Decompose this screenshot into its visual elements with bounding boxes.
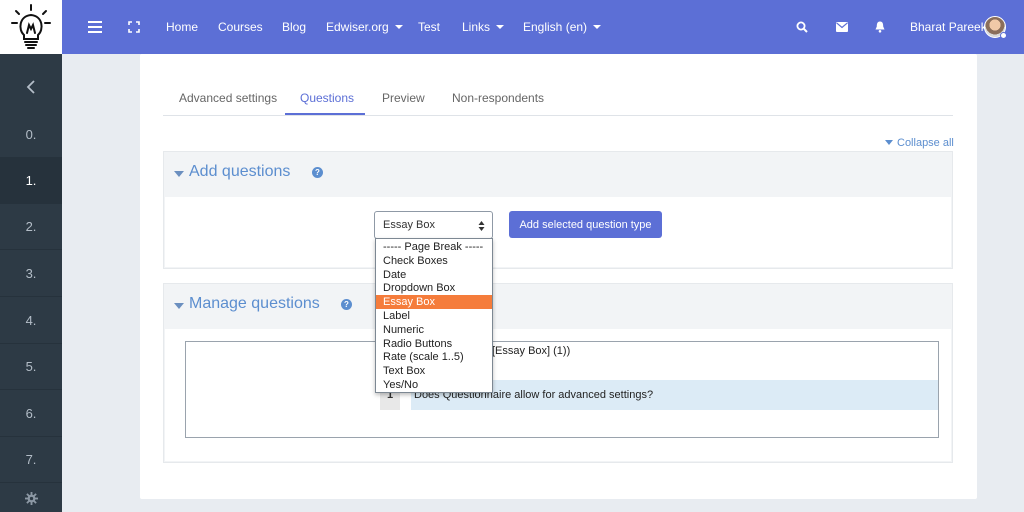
nav-blog-link[interactable]: Blog [282, 20, 306, 34]
nav-edwiser-label: Edwiser.org [326, 20, 389, 34]
caret-down-icon [496, 25, 505, 29]
rail-section-0[interactable]: 0. [0, 112, 62, 158]
nav-home-link[interactable]: Home [166, 20, 198, 34]
question-type-label: [Essay Box] (1)) [492, 345, 571, 357]
option-dropdown-box[interactable]: Dropdown Box [376, 281, 492, 295]
question-type-dropdown: ----- Page Break ----- Check Boxes Date … [375, 238, 493, 393]
option-yes-no[interactable]: Yes/No [376, 378, 492, 392]
caret-down-icon [394, 25, 403, 29]
user-menu-name[interactable]: Bharat Pareek [910, 20, 987, 34]
collapse-toggle-icon [174, 303, 184, 309]
select-arrows-icon [478, 221, 485, 231]
rail-section-4[interactable]: 4. [0, 298, 62, 344]
site-logo[interactable] [0, 0, 62, 54]
option-page-break[interactable]: ----- Page Break ----- [376, 240, 492, 254]
option-date[interactable]: Date [376, 268, 492, 282]
questionnaire-tabs: Advanced settings Questions Preview Non-… [163, 82, 953, 116]
nav-links-label: Links [462, 20, 491, 34]
question-type-select-value: Essay Box [383, 219, 435, 231]
gear-icon[interactable] [0, 484, 62, 512]
manage-questions-title: Manage questions [189, 295, 320, 312]
rail-section-1[interactable]: 1. [0, 158, 62, 204]
nav-language-label: English (en) [523, 20, 588, 34]
tab-preview[interactable]: Preview [382, 91, 425, 105]
active-tab-indicator [285, 113, 365, 115]
help-icon[interactable]: ? [341, 299, 352, 310]
nav-links-dropdown[interactable]: Links [462, 20, 505, 34]
nav-test-link[interactable]: Test [418, 20, 440, 34]
add-question-type-button[interactable]: Add selected question type [509, 211, 662, 238]
rail-section-3[interactable]: 3. [0, 251, 62, 297]
option-label[interactable]: Label [376, 309, 492, 323]
rail-section-2[interactable]: 2. [0, 204, 62, 250]
caret-down-icon [593, 25, 602, 29]
top-navbar: Home Courses Blog Edwiser.org Test Links… [0, 0, 1024, 54]
section-rail: 0. 1. 2. 3. 4. 5. 6. 7. [0, 54, 62, 512]
menu-icon[interactable] [85, 17, 105, 37]
mail-icon[interactable] [832, 17, 852, 37]
option-check-boxes[interactable]: Check Boxes [376, 254, 492, 268]
nav-courses-link[interactable]: Courses [218, 20, 263, 34]
nav-edwiser-dropdown[interactable]: Edwiser.org [326, 20, 403, 34]
option-essay-box[interactable]: Essay Box [376, 295, 492, 309]
rail-section-5[interactable]: 5. [0, 344, 62, 390]
rail-section-6[interactable]: 6. [0, 391, 62, 437]
chevron-left-icon[interactable] [0, 64, 62, 110]
rail-section-7[interactable]: 7. [0, 437, 62, 483]
tab-non-respondents[interactable]: Non-respondents [452, 91, 544, 105]
nav-language-dropdown[interactable]: English (en) [523, 20, 602, 34]
add-questions-section: Add questions ? [163, 151, 953, 269]
tab-questions[interactable]: Questions [300, 91, 354, 105]
option-radio-buttons[interactable]: Radio Buttons [376, 337, 492, 351]
online-status-icon [1000, 32, 1007, 39]
option-numeric[interactable]: Numeric [376, 323, 492, 337]
collapse-all-link[interactable]: Collapse all [885, 137, 954, 149]
add-questions-title: Add questions [189, 163, 291, 180]
tab-advanced-settings[interactable]: Advanced settings [179, 91, 277, 105]
fullscreen-icon[interactable] [124, 17, 144, 37]
option-text-box[interactable]: Text Box [376, 364, 492, 378]
add-questions-header[interactable]: Add questions ? [164, 152, 952, 196]
lightbulb-icon [11, 4, 51, 49]
help-icon[interactable]: ? [312, 167, 323, 178]
bell-icon[interactable] [870, 17, 890, 37]
collapse-all-label: Collapse all [897, 137, 954, 149]
question-type-select[interactable]: Essay Box [374, 211, 493, 239]
manage-questions-header[interactable]: Manage questions ? [164, 284, 952, 328]
option-rate-scale[interactable]: Rate (scale 1..5) [376, 350, 492, 364]
caret-down-icon [885, 140, 893, 145]
collapse-toggle-icon [174, 171, 184, 177]
search-icon[interactable] [792, 17, 812, 37]
